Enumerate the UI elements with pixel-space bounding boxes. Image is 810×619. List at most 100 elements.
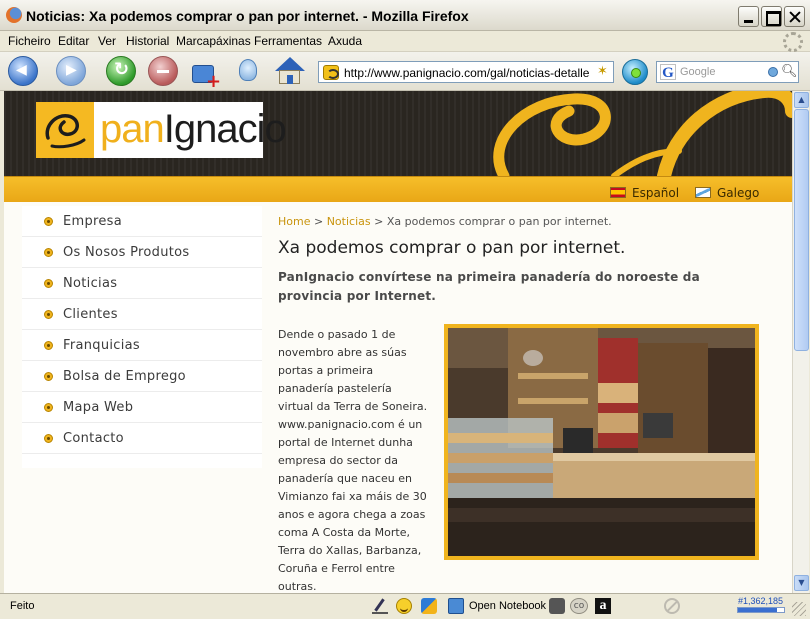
window-title: Noticias: Xa podemos comprar o pan por i… (26, 8, 469, 24)
nav-item-label: Noticias (63, 276, 118, 291)
stop-button[interactable] (148, 56, 178, 86)
vertical-scrollbar[interactable]: ▲ ▼ (792, 91, 809, 593)
header-swirl-graphic (493, 91, 792, 176)
menu-ver[interactable]: Ver (98, 34, 116, 48)
back-button[interactable] (8, 56, 38, 86)
language-bar: Español Galego (4, 176, 792, 202)
search-bar[interactable]: G Google 🔍︎ (656, 61, 799, 83)
menu-editar[interactable]: Editar (58, 34, 89, 48)
nav-item-clientes[interactable]: Clientes (22, 299, 262, 330)
no-entry-icon[interactable] (664, 598, 680, 614)
scroll-thumb[interactable] (794, 109, 809, 351)
nav-item-label: Empresa (63, 214, 123, 229)
scroll-up-icon[interactable]: ▲ (794, 92, 809, 108)
navigation-toolbar: + http://www.panignacio.com/gal/noticias… (0, 52, 810, 92)
logo-pan: pan (100, 107, 165, 151)
nav-item-label: Os Nosos Produtos (63, 245, 190, 260)
nav-item-label: Clientes (63, 307, 118, 322)
lang-galego[interactable]: Galego (695, 186, 759, 200)
nav-item-contacto[interactable]: Contacto (22, 423, 262, 454)
scroll-down-icon[interactable]: ▼ (794, 575, 809, 591)
url-text[interactable]: http://www.panignacio.com/gal/noticias-d… (344, 66, 590, 80)
throbber-icon (783, 32, 803, 52)
menu-ficheiro[interactable]: Ficheiro (8, 34, 51, 48)
forward-button[interactable] (56, 56, 86, 86)
search-engine-icon[interactable] (768, 67, 778, 77)
title-bar: Noticias: Xa podemos comprar o pan por i… (0, 0, 810, 31)
rank-text: #1,362,185 (738, 596, 784, 606)
breadcrumb-current: Xa podemos comprar o pan por internet. (386, 215, 612, 228)
search-input[interactable]: Google (680, 66, 715, 78)
article-title: Xa podemos comprar o pan por internet. (278, 238, 626, 258)
logo-mark-icon (36, 102, 94, 158)
bullet-icon (44, 434, 53, 443)
breadcrumb-home[interactable]: Home (278, 215, 310, 228)
nav-item-bolsa-emprego[interactable]: Bolsa de Emprego (22, 361, 262, 392)
minimize-button[interactable] (738, 6, 759, 27)
bullet-icon (44, 341, 53, 350)
smiley-icon[interactable] (396, 598, 412, 614)
bullet-icon (44, 372, 53, 381)
bakery-interior-image (448, 328, 755, 556)
bullet-icon (44, 403, 53, 412)
reload-button[interactable] (106, 56, 136, 86)
menu-axuda[interactable]: Axuda (328, 34, 362, 48)
rank-bar (737, 607, 785, 613)
site-logo[interactable]: panIgnacio (36, 102, 287, 158)
nav-item-label: Mapa Web (63, 400, 134, 415)
article-lead: PanIgnacio convírtese na primeira panade… (278, 270, 700, 303)
nav-item-mapa-web[interactable]: Mapa Web (22, 392, 262, 423)
article-body: Dende o pasado 1 de novembro abre as súa… (278, 328, 428, 593)
pencil-icon[interactable] (372, 598, 388, 614)
spain-flag-icon (610, 187, 626, 198)
firefox-icon (6, 7, 22, 23)
bakery-photo (444, 324, 759, 560)
logo-ignacio: Ignacio (163, 107, 287, 151)
nav-item-empresa[interactable]: Empresa (22, 206, 262, 237)
galicia-flag-icon (695, 187, 711, 198)
status-text: Feito (10, 600, 35, 612)
alexa-icon[interactable]: a (595, 598, 611, 614)
notebook-icon[interactable] (448, 598, 464, 614)
nav-item-label: Contacto (63, 431, 124, 446)
menu-marcapaxinas[interactable]: Marcapáxinas (176, 34, 251, 48)
bullet-icon (44, 310, 53, 319)
breadcrumb-separator: > (313, 215, 324, 228)
cc-icon[interactable]: co (570, 598, 588, 614)
page-content: panIgnacio Español Galego Empresa Os Nos… (4, 91, 792, 593)
favicon-icon (323, 65, 339, 80)
home-icon-door (287, 75, 293, 84)
main-area: Empresa Os Nosos Produtos Noticias Clien… (4, 202, 792, 593)
resize-grip[interactable] (792, 602, 806, 616)
search-icon[interactable]: 🔍︎ (781, 64, 798, 79)
go-button[interactable] (622, 59, 648, 85)
breadcrumb-noticias[interactable]: Noticias (327, 215, 371, 228)
menu-historial[interactable]: Historial (126, 34, 169, 48)
home-button[interactable] (274, 57, 305, 87)
lang-espanol[interactable]: Español (610, 186, 679, 200)
nav-item-label: Franquicias (63, 338, 140, 353)
google-icon[interactable]: G (660, 64, 676, 81)
url-bar[interactable]: http://www.panignacio.com/gal/noticias-d… (318, 61, 614, 83)
nav-item-noticias[interactable]: Noticias (22, 268, 262, 299)
close-button[interactable] (784, 6, 805, 27)
nav-item-label: Bolsa de Emprego (63, 369, 186, 384)
plus-icon: + (206, 71, 222, 92)
status-bar: Feito Open Notebook co a #1,362,185 (0, 593, 810, 619)
bullet-icon (44, 279, 53, 288)
people-icon[interactable] (421, 598, 437, 614)
bullet-icon (44, 217, 53, 226)
maximize-button[interactable] (761, 6, 782, 27)
feed-icon[interactable]: ✶ (597, 65, 611, 79)
menu-ferramentas[interactable]: Ferramentas (254, 34, 322, 48)
camera-icon[interactable] (549, 598, 565, 614)
home-icon (275, 57, 305, 71)
bulb-button[interactable] (234, 57, 264, 87)
breadcrumb: Home > Noticias > Xa podemos comprar o p… (278, 215, 612, 228)
add-bookmark-button[interactable]: + (190, 57, 221, 92)
nav-item-franquicias[interactable]: Franquicias (22, 330, 262, 361)
nav-item-produtos[interactable]: Os Nosos Produtos (22, 237, 262, 268)
lang-espanol-label: Español (632, 186, 680, 200)
menu-bar: Ficheiro Editar Ver Historial Marcapáxin… (0, 31, 810, 52)
open-notebook-link[interactable]: Open Notebook (469, 600, 546, 612)
